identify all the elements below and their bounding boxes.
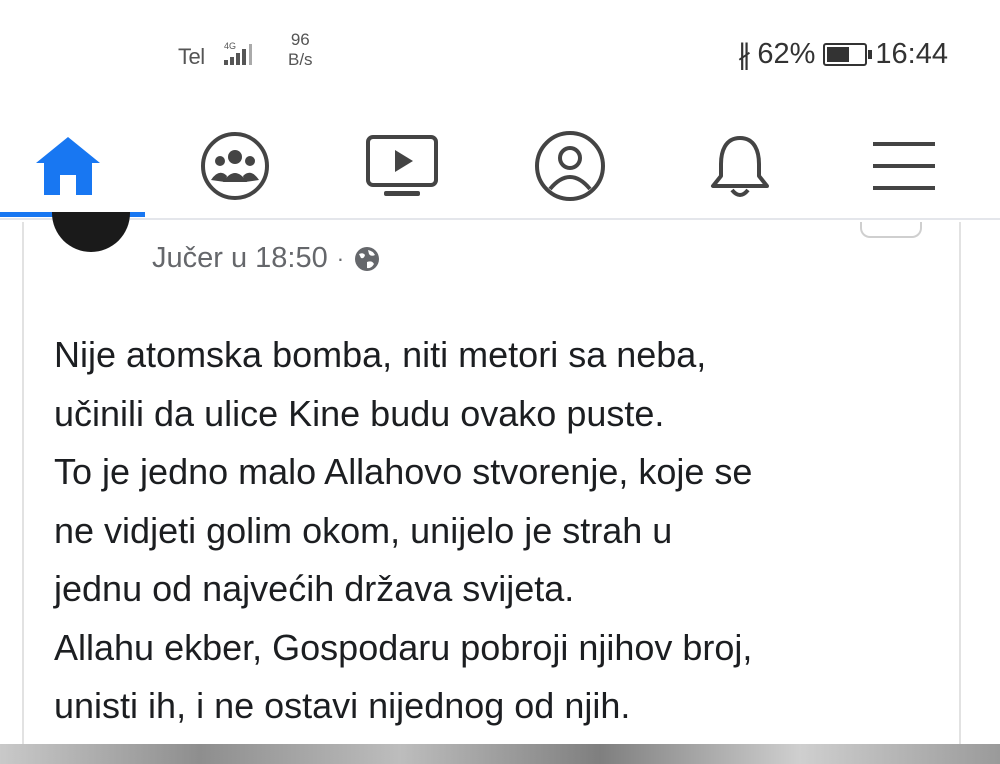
nav-home[interactable] xyxy=(28,126,108,206)
speed-unit: B/s xyxy=(288,50,313,69)
hamburger-menu-icon xyxy=(873,142,935,190)
post-line: učinili da ulice Kine budu ovako puste. xyxy=(54,392,665,434)
nav-watch[interactable] xyxy=(362,126,442,206)
globe-icon xyxy=(355,246,380,271)
post-line: ne vidjeti golim okom, unijelo je strah … xyxy=(54,509,673,551)
groups-icon xyxy=(201,132,269,200)
speed-value: 96 xyxy=(290,30,310,49)
top-navigation xyxy=(0,108,1000,218)
clock: 16:44 xyxy=(875,38,948,70)
nav-notifications[interactable] xyxy=(700,126,780,206)
bluetooth-icon: ∦ xyxy=(737,39,752,70)
status-bar: Tel 4G 96 B/s ∦ 62% 16:44 xyxy=(0,0,1000,100)
post-timestamp[interactable]: Jučer u 18:50 xyxy=(152,242,328,275)
battery-percent: 62% xyxy=(757,38,816,70)
post-line: unisti ih, i ne ostavi nijednog od njih. xyxy=(54,685,631,726)
attached-image-edge[interactable] xyxy=(0,744,1000,764)
network-type-label: 4G xyxy=(224,41,236,51)
battery-icon xyxy=(823,43,873,66)
home-icon xyxy=(36,137,100,195)
nav-groups[interactable] xyxy=(195,126,275,206)
bell-icon xyxy=(711,136,769,197)
nav-profile[interactable] xyxy=(530,126,610,206)
post-body: Nije atomska bomba, niti metori sa neba,… xyxy=(54,326,954,736)
post-meta: Jučer u 18:50 · xyxy=(152,242,381,275)
carrier-name: Tel xyxy=(178,44,205,69)
meta-separator: · xyxy=(336,245,345,271)
network-speed: 96 B/s xyxy=(288,30,313,70)
profile-icon xyxy=(535,131,605,201)
system-indicators: ∦ 62% 16:44 xyxy=(737,38,948,71)
post-line: To je jedno malo Allahovo stvorenje, koj… xyxy=(54,451,753,492)
signal-icon: 4G xyxy=(222,38,270,68)
nav-menu[interactable] xyxy=(864,126,944,206)
post-line: Allahu ekber, Gospodaru pobroji njihov b… xyxy=(54,626,753,668)
nav-divider xyxy=(0,218,1000,220)
post-line: Nije atomska bomba, niti metori sa neba, xyxy=(54,334,707,375)
post-line: jednu od najvećih država svijeta. xyxy=(54,568,575,609)
video-icon xyxy=(366,135,438,196)
post-options-button[interactable] xyxy=(860,222,922,238)
